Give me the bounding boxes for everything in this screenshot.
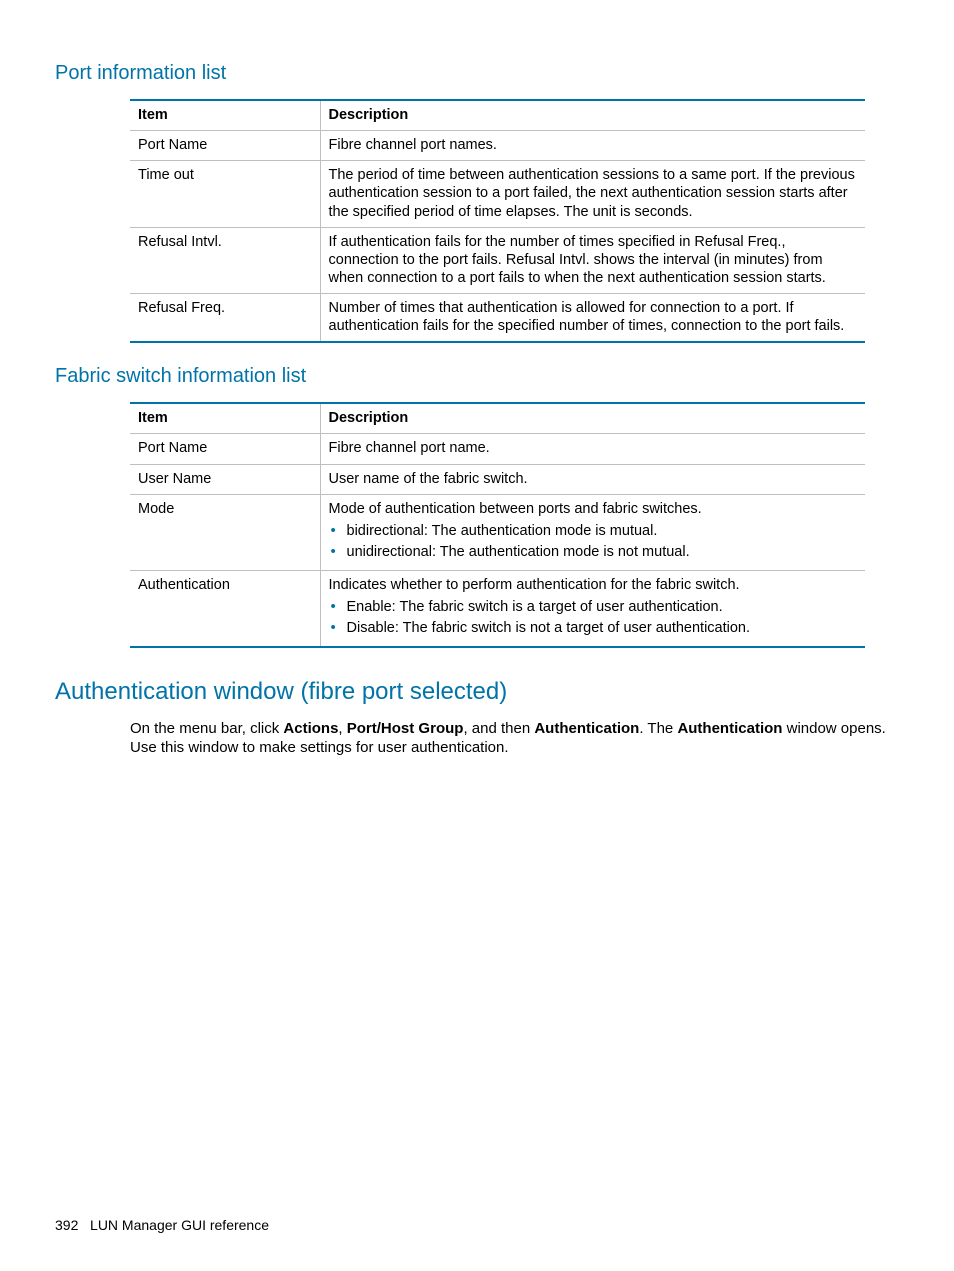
cell-item: Authentication <box>130 571 320 648</box>
cell-item: Refusal Intvl. <box>130 227 320 293</box>
text: On the menu bar, click <box>130 720 283 737</box>
cell-description: The period of time between authenticatio… <box>320 161 865 227</box>
section-heading-fabric-switch-information-list: Fabric switch information list <box>55 365 899 388</box>
table-header-row: Item Description <box>130 100 865 131</box>
list-item: unidirectional: The authentication mode … <box>329 543 858 561</box>
cell-item: Mode <box>130 494 320 570</box>
cell-description: Fibre channel port names. <box>320 131 865 161</box>
page-footer: 392 LUN Manager GUI reference <box>55 1217 269 1233</box>
cell-description: Mode of authentication between ports and… <box>320 494 865 570</box>
list-item: Disable: The fabric switch is not a targ… <box>329 619 858 637</box>
table-row: Authentication Indicates whether to perf… <box>130 571 865 648</box>
table-row: User Name User name of the fabric switch… <box>130 464 865 494</box>
table-row: Refusal Freq. Number of times that authe… <box>130 294 865 343</box>
cell-item: Port Name <box>130 131 320 161</box>
cell-item: Refusal Freq. <box>130 294 320 343</box>
table-row: Port Name Fibre channel port names. <box>130 131 865 161</box>
cell-item: User Name <box>130 464 320 494</box>
cell-description: If authentication fails for the number o… <box>320 227 865 293</box>
text: , <box>338 720 346 737</box>
table-row: Time out The period of time between auth… <box>130 161 865 227</box>
port-information-table: Item Description Port Name Fibre channel… <box>130 99 865 343</box>
bold-text: Port/Host Group <box>347 720 464 737</box>
bold-text: Authentication <box>534 720 639 737</box>
document-page: Port information list Item Description P… <box>0 0 954 758</box>
text: , and then <box>463 720 534 737</box>
body-paragraph: On the menu bar, click Actions, Port/Hos… <box>130 720 899 758</box>
bold-text: Authentication <box>677 720 782 737</box>
cell-description: User name of the fabric switch. <box>320 464 865 494</box>
page-number: 392 <box>55 1217 78 1233</box>
bold-text: Actions <box>283 720 338 737</box>
col-header-description: Description <box>320 100 865 131</box>
table-header-row: Item Description <box>130 403 865 434</box>
table-row: Port Name Fibre channel port name. <box>130 434 865 464</box>
cell-description: Fibre channel port name. <box>320 434 865 464</box>
cell-description: Indicates whether to perform authenticat… <box>320 571 865 648</box>
text: . The <box>639 720 677 737</box>
bullet-list: Enable: The fabric switch is a target of… <box>329 598 858 637</box>
bullet-list: bidirectional: The authentication mode i… <box>329 522 858 561</box>
section-heading-port-information-list: Port information list <box>55 62 899 85</box>
cell-lead-text: Mode of authentication between ports and… <box>329 501 702 517</box>
col-header-item: Item <box>130 403 320 434</box>
fabric-switch-information-table: Item Description Port Name Fibre channel… <box>130 402 865 648</box>
list-item: Enable: The fabric switch is a target of… <box>329 598 858 616</box>
col-header-description: Description <box>320 403 865 434</box>
cell-lead-text: Indicates whether to perform authenticat… <box>329 577 740 593</box>
cell-item: Time out <box>130 161 320 227</box>
section-heading-authentication-window: Authentication window (fibre port select… <box>55 678 899 706</box>
list-item: bidirectional: The authentication mode i… <box>329 522 858 540</box>
footer-label: LUN Manager GUI reference <box>90 1217 269 1233</box>
cell-item: Port Name <box>130 434 320 464</box>
table-row: Refusal Intvl. If authentication fails f… <box>130 227 865 293</box>
col-header-item: Item <box>130 100 320 131</box>
table-row: Mode Mode of authentication between port… <box>130 494 865 570</box>
cell-description: Number of times that authentication is a… <box>320 294 865 343</box>
